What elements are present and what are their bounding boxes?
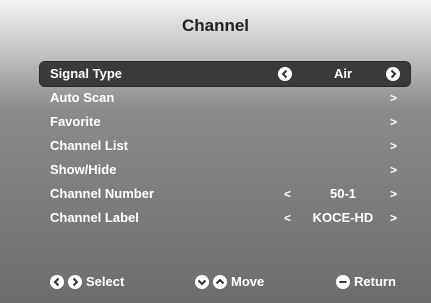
menu-item-channel-list[interactable]: Channel List > (40, 134, 410, 158)
menu-item-signal-type[interactable]: Signal Type Air (40, 62, 410, 86)
menu-item-label: Channel List (50, 138, 129, 153)
arrow-left-circle-icon[interactable] (278, 67, 292, 81)
arrow-up-circle-icon (213, 274, 227, 289)
menu-item-label: Favorite (50, 114, 101, 129)
select-hint-label: Select (86, 274, 125, 289)
menu-item-label: Signal Type (50, 66, 122, 81)
chevron-right-icon[interactable]: > (390, 206, 397, 230)
menu-item-label: Show/Hide (50, 162, 117, 177)
arrow-left-circle-icon (50, 274, 64, 289)
menu-item-label: Auto Scan (50, 90, 115, 105)
channel-menu-list: Signal Type Air Auto Scan > Favorite > C… (40, 62, 410, 230)
arrow-right-circle-icon (68, 274, 82, 289)
menu-item-favorite[interactable]: Favorite > (40, 110, 410, 134)
chevron-right-icon: > (390, 115, 398, 129)
chevron-left-icon[interactable]: < (284, 206, 291, 230)
return-hint-label: Return (354, 274, 396, 289)
chevron-right-icon: > (390, 139, 398, 153)
chevron-right-icon[interactable]: > (390, 182, 397, 206)
arrow-down-circle-icon (195, 274, 209, 289)
menu-item-label: Channel Number (50, 186, 155, 201)
signal-type-value: Air (333, 66, 353, 81)
menu-item-label: Channel Label (50, 210, 139, 225)
return-circle-icon (336, 274, 350, 289)
menu-item-auto-scan[interactable]: Auto Scan > (40, 86, 410, 110)
menu-item-show-hide[interactable]: Show/Hide > (40, 158, 410, 182)
move-hint-label: Move (231, 274, 265, 289)
menu-item-channel-label[interactable]: Channel Label < KOCE-HD > (40, 206, 410, 230)
arrow-right-circle-icon[interactable] (386, 67, 400, 81)
move-hint: Move (195, 274, 264, 289)
return-hint: Return (336, 274, 396, 289)
select-hint: Select (50, 274, 124, 289)
chevron-right-icon: > (390, 91, 398, 105)
channel-label-value: KOCE-HD (312, 210, 374, 225)
channel-number-value: 50-1 (329, 186, 357, 201)
footer-hints: Select Move Return (0, 272, 431, 294)
channel-menu-panel: Channel Signal Type Air Auto Scan > Favo… (0, 0, 431, 303)
chevron-left-icon[interactable]: < (284, 182, 291, 206)
menu-item-channel-number[interactable]: Channel Number < 50-1 > (40, 182, 410, 206)
chevron-right-icon: > (390, 163, 398, 177)
page-title: Channel (181, 16, 250, 35)
